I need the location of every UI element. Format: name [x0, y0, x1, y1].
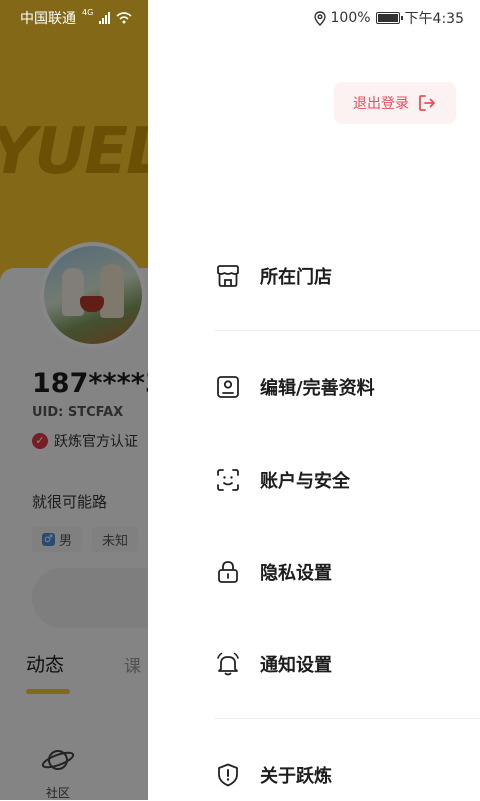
logout-button[interactable]: 退出登录 — [334, 82, 456, 124]
battery-icon — [375, 12, 403, 24]
status-bar-left: 中国联通 4G — [20, 8, 132, 28]
menu-item-edit-profile[interactable]: 编辑/完善资料 — [214, 367, 474, 407]
bell-icon — [214, 650, 242, 678]
store-icon — [214, 262, 242, 290]
menu-item-privacy[interactable]: 隐私设置 — [214, 552, 474, 592]
menu-item-about[interactable]: 关于跃炼 — [214, 755, 474, 795]
status-bar-right: 100% 下午4:35 — [313, 8, 464, 28]
menu-item-label: 所在门店 — [260, 267, 332, 288]
menu-item-label: 关于跃炼 — [260, 766, 332, 787]
carrier-label: 中国联通 — [20, 11, 76, 27]
face-scan-icon — [214, 466, 242, 494]
menu-divider — [214, 330, 480, 331]
lock-icon — [214, 558, 242, 586]
menu-item-notifications[interactable]: 通知设置 — [214, 644, 474, 684]
shield-alert-icon — [214, 761, 242, 789]
signal-icon — [99, 12, 111, 24]
network-type: 4G — [82, 8, 94, 17]
menu-item-label: 通知设置 — [260, 655, 332, 676]
drawer-scrim[interactable] — [0, 0, 148, 800]
settings-drawer: 100% 下午4:35 退出登录 所在门店 编辑/完善资料 账户与安全 隐私设置… — [148, 0, 480, 800]
menu-item-account-security[interactable]: 账户与安全 — [214, 460, 474, 500]
profile-card-icon — [214, 373, 242, 401]
location-icon — [313, 10, 326, 26]
clock: 下午4:35 — [404, 11, 464, 27]
menu-divider — [214, 718, 480, 719]
menu-item-label: 编辑/完善资料 — [260, 378, 375, 399]
battery-percent: 100% — [330, 10, 371, 26]
logout-label: 退出登录 — [353, 96, 409, 112]
wifi-icon — [116, 12, 132, 24]
menu-item-store[interactable]: 所在门店 — [214, 256, 474, 296]
menu-item-label: 隐私设置 — [260, 563, 332, 584]
menu-item-label: 账户与安全 — [260, 471, 350, 492]
logout-icon — [419, 95, 435, 111]
